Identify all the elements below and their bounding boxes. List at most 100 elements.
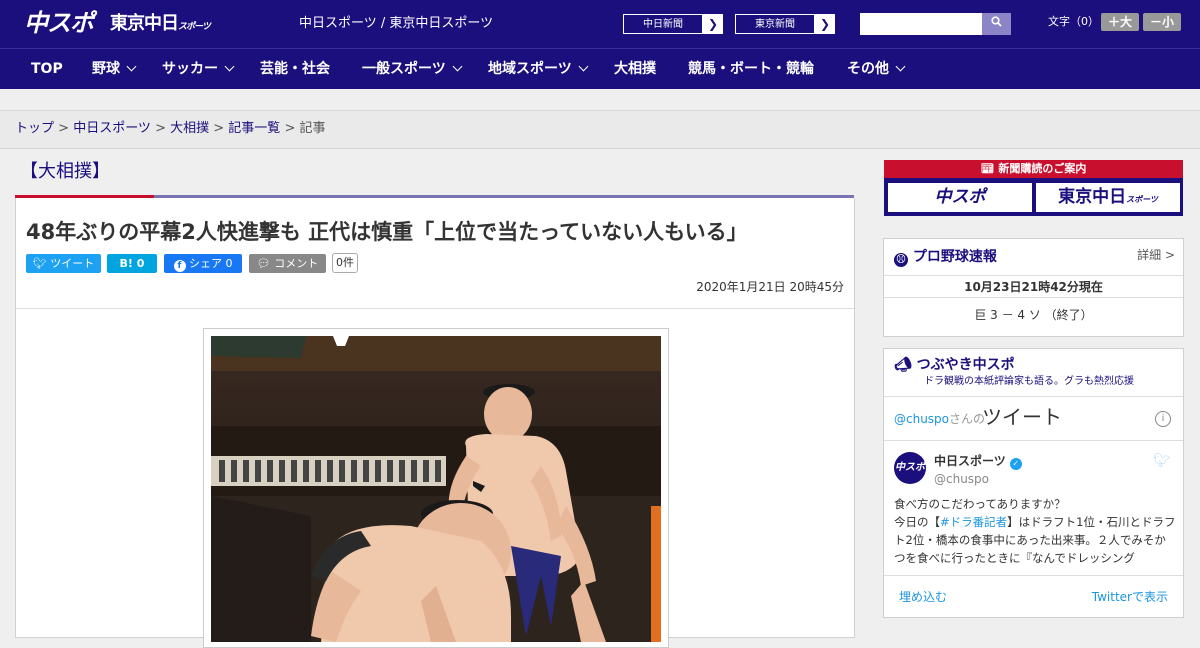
tweet-button[interactable]: 🐦︎ ツイート (26, 254, 101, 273)
chevron-right-icon: ❯ (707, 17, 718, 31)
article-headline: 48年ぶりの平幕2人快進撃も 正代は慎重「上位で当たっていない人もいる」 (26, 220, 748, 244)
chevron-down-icon (578, 61, 589, 72)
nav-item-general-sports[interactable]: 一般スポーツ (362, 49, 463, 89)
chevron-down-icon (452, 61, 463, 72)
twitter-widget-subtitle: ドラ観戦の本紙評論家も語る。グラも熱烈応援 (924, 376, 1134, 387)
tweet-line: 食べ方のこだわってありますか？ (894, 497, 1066, 511)
main-nav: TOP 野球 サッカー 芸能・社会 一般スポーツ 地域スポーツ 大相撲 競馬・ボ… (0, 48, 1200, 89)
nav-item-label: 芸能・社会 (260, 61, 330, 77)
nav-item-soccer[interactable]: サッカー (162, 49, 235, 89)
avatar[interactable]: 中スポ (894, 452, 926, 484)
breadcrumb: トップ > 中日スポーツ > 大相撲 > 記事一覧 > 記事 (15, 118, 326, 140)
share-label: シェア 0 (189, 257, 233, 270)
twitter-tweets-label: ツイート (982, 405, 1062, 429)
chevron-right-icon: ❯ (819, 17, 830, 31)
breadcrumb-sumo[interactable]: 大相撲 (170, 121, 209, 136)
tokyo-chunichi-logo[interactable]: 東京中日スポーツ (110, 12, 211, 39)
promo-tokyo-small: スポーツ (1126, 195, 1158, 204)
embed-link[interactable]: 埋め込む (899, 589, 947, 605)
nav-item-local-sports[interactable]: 地域スポーツ (488, 49, 589, 89)
twitter-handle-suffix: さんの (949, 412, 986, 426)
tweet-body: 食べ方のこだわってありますか？ 今日の【#ドラ番記者】はドラフト1位・石川とドラ… (894, 495, 1176, 567)
breadcrumb-sep: > (150, 121, 171, 136)
twitter-bird-icon: 🐦︎ (32, 257, 51, 270)
breadcrumb-sep: > (280, 121, 300, 136)
baseball-score[interactable]: 巨 3 － 4 ソ （終了） (884, 305, 1183, 325)
breadcrumb-sep: > (209, 121, 229, 136)
baseball-score-box: ⚾︎ プロ野球速報 詳細 > 10月23日21時42分現在 巨 3 － 4 ソ … (883, 238, 1184, 337)
search-button[interactable] (982, 13, 1011, 35)
tokyo-shimbun-label: 東京新聞 (735, 14, 815, 34)
twitter-bird-icon[interactable]: 🐦︎ (1153, 453, 1171, 469)
font-bigger-button[interactable]: ＋大 (1101, 13, 1139, 31)
nav-item-baseball[interactable]: 野球 (92, 49, 137, 89)
nav-item-label: TOP (31, 61, 63, 77)
promo-tokyo-text: 東京中日 (1058, 187, 1127, 207)
twitter-handle-link[interactable]: @chuspoさんの (894, 411, 985, 427)
promo-title: 📰︎ 新聞購読のご案内 (884, 160, 1183, 178)
promo-chuspo-button[interactable]: 中スポ (888, 183, 1032, 212)
nav-item-sumo[interactable]: 大相撲 (614, 49, 656, 89)
comment-bubble-icon: 💬︎ (256, 257, 275, 270)
article-photo (203, 328, 669, 648)
breadcrumb-top[interactable]: トップ (15, 121, 54, 136)
nav-item-label: 地域スポーツ (488, 61, 572, 77)
sub-bar (0, 89, 1200, 111)
twitter-widget: 📣︎ つぶやき中スポ ドラ観戦の本紙評論家も語る。グラも熱烈応援 @chuspo… (883, 348, 1184, 618)
nav-item-label: その他 (847, 61, 889, 77)
twitter-handle-text: @chuspo (894, 412, 950, 426)
hashtag-link[interactable]: #ドラ番記者 (940, 515, 1007, 529)
chevron-down-icon (224, 61, 235, 72)
comment-count: 0件 (332, 253, 358, 273)
site-title: 中日スポーツ / 東京中日スポーツ (299, 16, 494, 31)
nav-item-other[interactable]: その他 (847, 49, 906, 89)
tokyo-shimbun-link[interactable]: 東京新聞 ❯ (734, 13, 836, 35)
baseball-title: ⚾︎ プロ野球速報 (894, 247, 997, 267)
nav-item-label: 野球 (92, 61, 120, 77)
facebook-icon: f (173, 260, 186, 272)
view-on-twitter-link[interactable]: Twitterで表示 (1092, 589, 1168, 605)
verified-icon: ✓ (1009, 458, 1022, 470)
tweet-line: 今日の【#ドラ番記者】はドラフト1位・石川とドラフト2位・橋本の食事中にあった出… (894, 513, 1176, 567)
nav-item-label: 大相撲 (614, 61, 656, 77)
tweet-author-name[interactable]: 中日スポーツ ✓ (934, 453, 1022, 470)
breadcrumb-current: 記事 (299, 121, 326, 136)
newspaper-icon: 📰︎ (980, 162, 999, 175)
chunichi-shimbun-link[interactable]: 中日新聞 ❯ (622, 13, 724, 35)
nav-item-racing[interactable]: 競馬・ボート・競輪 (688, 49, 814, 89)
comment-button[interactable]: 💬︎ コメント (249, 254, 326, 273)
baseball-time: 10月23日21時42分現在 (884, 275, 1183, 298)
category-title: 【大相撲】 (20, 161, 110, 182)
nav-item-entertainment[interactable]: 芸能・社会 (260, 49, 330, 89)
breadcrumb-sep: > (54, 121, 74, 136)
search-input[interactable] (860, 13, 982, 35)
breadcrumb-list[interactable]: 記事一覧 (228, 121, 280, 136)
nav-item-label: 一般スポーツ (362, 61, 446, 77)
megaphone-icon: 📣︎ (894, 357, 917, 373)
sumo-photo-image (211, 336, 661, 642)
comment-label: コメント (274, 257, 319, 270)
nav-item-label: サッカー (162, 61, 218, 77)
info-icon[interactable]: i (1155, 411, 1171, 427)
tweet-label: ツイート (50, 257, 95, 270)
chevron-down-icon (895, 61, 906, 72)
font-smaller-button[interactable]: －小 (1143, 13, 1181, 31)
hatena-button[interactable]: B! 0 (107, 254, 157, 273)
chunichi-shimbun-label: 中日新聞 (623, 14, 703, 34)
breadcrumb-chuspo[interactable]: 中日スポーツ (73, 121, 151, 136)
tokyo-logo-text: 東京中日 (110, 13, 179, 34)
nav-item-top[interactable]: TOP (31, 49, 63, 89)
tweet-author-name-text: 中日スポーツ (934, 454, 1006, 468)
article-date: 2020年1月21日 20時45分 (696, 280, 844, 294)
chuspo-logo[interactable]: 中スポ (24, 8, 94, 38)
promo-tokyo-button[interactable]: 東京中日スポーツ (1036, 183, 1180, 212)
facebook-share-button[interactable]: f シェア 0 (164, 254, 242, 273)
search-icon (991, 16, 1002, 27)
search-box (860, 13, 1011, 35)
baseball-title-text: プロ野球速報 (912, 249, 997, 265)
twitter-timeline-header: @chuspoさんの ツイート i (884, 396, 1183, 441)
twitter-widget-title: 📣︎ つぶやき中スポ (894, 355, 1015, 375)
tweet-author-handle[interactable]: @chuspo (934, 471, 989, 487)
baseball-more-link[interactable]: 詳細 > (1137, 245, 1175, 265)
tweet-text: 今日の【 (894, 515, 940, 529)
